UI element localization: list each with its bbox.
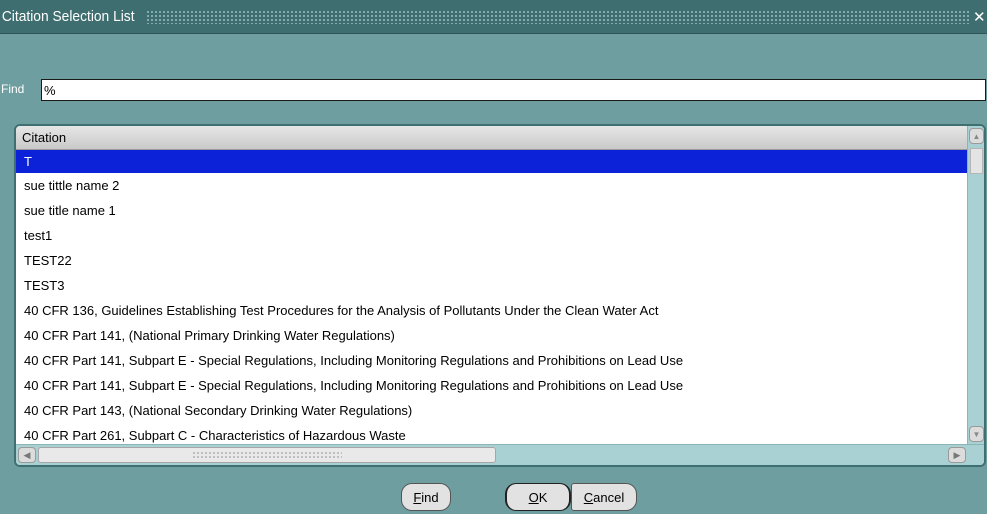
list-item[interactable]: sue title name 1 — [16, 198, 967, 223]
list-item[interactable]: 40 CFR Part 141, Subpart E - Special Reg… — [16, 373, 967, 398]
ok-button-label: K — [538, 489, 548, 505]
scroll-up-icon[interactable]: ▲ — [969, 128, 984, 144]
scroll-down-icon[interactable]: ▼ — [969, 426, 984, 442]
scroll-left-icon[interactable]: ◀ — [18, 447, 36, 463]
list-item[interactable]: 40 CFR 136, Guidelines Establishing Test… — [16, 298, 967, 323]
close-icon[interactable]: ✕ — [973, 8, 986, 26]
cancel-button-label: ancel — [593, 489, 625, 505]
list-item[interactable]: T — [16, 150, 967, 173]
title-bar: Citation Selection List ✕ — [0, 0, 987, 34]
horizontal-scroll-thumb[interactable] — [38, 447, 496, 463]
scroll-grip — [192, 451, 342, 459]
list-item[interactable]: 40 CFR Part 141, (National Primary Drink… — [16, 323, 967, 348]
cancel-button[interactable]: Cancel — [571, 483, 637, 511]
list-item[interactable]: 40 CFR Part 141, Subpart E - Special Reg… — [16, 348, 967, 373]
list-item[interactable]: test1 — [16, 223, 967, 248]
find-button-label: ind — [421, 489, 439, 505]
column-header-citation[interactable]: Citation — [16, 126, 967, 150]
title-bar-grip[interactable] — [146, 9, 969, 24]
list-item[interactable]: TEST22 — [16, 248, 967, 273]
find-button-mnemonic: F — [413, 489, 422, 505]
horizontal-scrollbar[interactable]: ◀ ▶ — [16, 444, 984, 465]
find-button[interactable]: Find — [401, 483, 451, 511]
window-title: Citation Selection List — [1, 8, 135, 25]
scroll-right-icon[interactable]: ▶ — [948, 447, 966, 463]
citation-list: Citation T sue tittle name 2 sue title n… — [14, 124, 986, 467]
list-rows: T sue tittle name 2 sue title name 1 tes… — [16, 150, 967, 448]
ok-button[interactable]: OK — [505, 483, 571, 511]
vertical-scroll-thumb[interactable] — [970, 148, 983, 174]
find-input[interactable] — [41, 79, 986, 101]
vertical-scrollbar[interactable]: ▲ ▼ — [967, 126, 984, 444]
find-label: Find — [1, 82, 25, 96]
list-item[interactable]: 40 CFR Part 143, (National Secondary Dri… — [16, 398, 967, 423]
list-item[interactable]: TEST3 — [16, 273, 967, 298]
cancel-button-mnemonic: C — [583, 489, 594, 505]
list-item[interactable]: sue tittle name 2 — [16, 173, 967, 198]
ok-button-mnemonic: O — [528, 489, 539, 505]
